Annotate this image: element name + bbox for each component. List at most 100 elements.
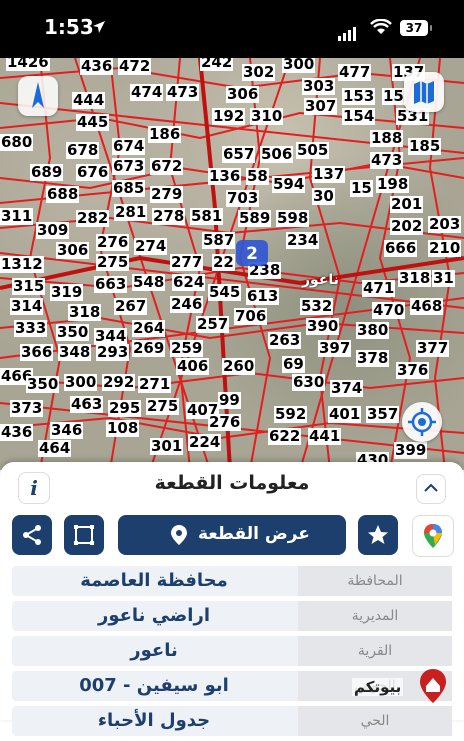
parcel-map[interactable]: 1426 436 472 242 302 300 477 137 444 474… xyxy=(0,58,464,470)
battery-indicator: 37 xyxy=(400,20,432,36)
parcel-number: 468 xyxy=(410,297,444,315)
table-row: ناعور القرية xyxy=(12,636,452,666)
parcel-number: 532 xyxy=(300,297,334,315)
parcel-number: 373 xyxy=(10,399,44,417)
draw-area-button[interactable] xyxy=(64,515,104,555)
parcel-number: 307 xyxy=(304,97,338,115)
parcel-number: 188 xyxy=(370,129,404,147)
compass-icon xyxy=(32,82,44,108)
parcel-number: 306 xyxy=(226,85,260,103)
parcel-number: 401 xyxy=(328,405,362,423)
parcel-number: 30 xyxy=(312,187,335,205)
parcel-number: 477 xyxy=(338,63,372,81)
crosshair-icon xyxy=(408,408,436,436)
parcel-number: 374 xyxy=(330,379,364,397)
parcel-number: 300 xyxy=(64,373,98,391)
parcel-number: 311 xyxy=(0,207,34,225)
parcel-number: 441 xyxy=(308,427,342,445)
selected-parcel-marker[interactable]: 2 xyxy=(234,238,270,268)
parcel-number: 474 xyxy=(130,83,164,101)
collapse-button[interactable] xyxy=(416,474,446,504)
parcel-number: 292 xyxy=(102,373,136,391)
parcel-number: 350 xyxy=(26,375,60,393)
parcel-number: 69 xyxy=(282,355,305,373)
parcel-number: 545 xyxy=(208,283,242,301)
map-layers-button[interactable] xyxy=(404,72,444,112)
parcel-number: 186 xyxy=(148,125,182,143)
parcel-number: 464 xyxy=(38,439,72,457)
parcel-number: 108 xyxy=(106,419,140,437)
parcel-number: 267 xyxy=(114,297,148,315)
parcel-number: 587 xyxy=(202,231,236,249)
chevron-up-icon xyxy=(424,483,438,492)
parcel-number: 376 xyxy=(396,361,430,379)
parcel-number: 277 xyxy=(170,253,204,271)
parcel-number: 1426 xyxy=(6,58,50,71)
share-button[interactable] xyxy=(12,515,52,555)
parcel-number: 269 xyxy=(132,339,166,357)
village-value: ناعور xyxy=(130,640,178,661)
parcel-number: 271 xyxy=(138,375,172,393)
favorite-button[interactable] xyxy=(358,515,398,555)
status-bar: 1:53 37 xyxy=(0,0,464,58)
parcel-number: 310 xyxy=(250,107,284,125)
parcel-number: 406 xyxy=(176,357,210,375)
location-arrow-icon xyxy=(93,21,105,33)
parcel-number: 685 xyxy=(112,179,146,197)
parcel-number: 306 xyxy=(56,241,90,259)
parcel-number: 318 xyxy=(68,303,102,321)
brand-logo-icon xyxy=(420,669,446,703)
clock: 1:53 xyxy=(44,15,94,39)
show-parcel-button[interactable]: عرض القطعة xyxy=(118,515,346,555)
my-location-button[interactable] xyxy=(402,402,442,442)
parcel-number: 673 xyxy=(112,157,146,175)
parcel-number: 136 xyxy=(208,167,242,185)
parcel-number: 31 xyxy=(432,269,455,287)
parcel-number: 282 xyxy=(76,209,110,227)
brand-name: بيوتكم xyxy=(352,678,404,696)
directorate-value: اراضي ناعور xyxy=(97,605,211,626)
parcel-number: 185 xyxy=(408,137,442,155)
table-row: جدول الأحباء الحي xyxy=(12,706,452,736)
basin-value: ابو سيفين - 007 xyxy=(79,675,229,696)
parcel-number: 210 xyxy=(428,239,462,257)
google-maps-button[interactable] xyxy=(412,515,454,557)
parcel-number: 390 xyxy=(306,317,340,335)
star-icon xyxy=(368,525,388,544)
parcel-number: 234 xyxy=(286,231,320,249)
parcel-number: 99 xyxy=(218,391,241,409)
parcel-number: 589 xyxy=(238,209,272,227)
parcel-number: 657 xyxy=(222,145,256,163)
parcel-number: 663 xyxy=(94,275,128,293)
parcel-number: 676 xyxy=(76,163,110,181)
parcel-number: 224 xyxy=(188,433,222,451)
parcel-number: 276 xyxy=(208,413,242,431)
neighborhood-label: الحي xyxy=(298,706,452,736)
parcel-number: 198 xyxy=(376,175,410,193)
parcel-details-table: محافظة العاصمة المحافظة اراضي ناعور المد… xyxy=(12,566,452,741)
location-pin-icon xyxy=(171,525,187,545)
parcel-number: 295 xyxy=(108,399,142,417)
selected-parcel-number: 2 xyxy=(246,244,258,264)
google-maps-icon xyxy=(424,524,442,548)
brand-watermark: بيوتكم xyxy=(352,668,452,708)
parcel-number: 154 xyxy=(342,107,376,125)
parcel-number: 275 xyxy=(146,397,180,415)
parcel-number: 246 xyxy=(170,295,204,313)
parcel-number: 444 xyxy=(72,91,106,109)
parcel-number: 598 xyxy=(276,209,310,227)
table-row: اراضي ناعور المديرية xyxy=(12,601,452,631)
village-label: القرية xyxy=(298,636,452,666)
parcel-number: 259 xyxy=(170,339,204,357)
compass-button[interactable] xyxy=(18,76,58,116)
parcel-number: 678 xyxy=(66,141,100,159)
parcel-number: 672 xyxy=(150,157,184,175)
parcel-number: 264 xyxy=(132,319,166,337)
parcel-number: 472 xyxy=(118,58,152,75)
parcel-number: 445 xyxy=(76,113,110,131)
parcel-number: 613 xyxy=(246,287,280,305)
parcel-number: 548 xyxy=(132,273,166,291)
cellular-signal-icon xyxy=(338,22,358,41)
parcel-number: 1312 xyxy=(0,255,44,273)
parcel-number: 276 xyxy=(96,233,130,251)
